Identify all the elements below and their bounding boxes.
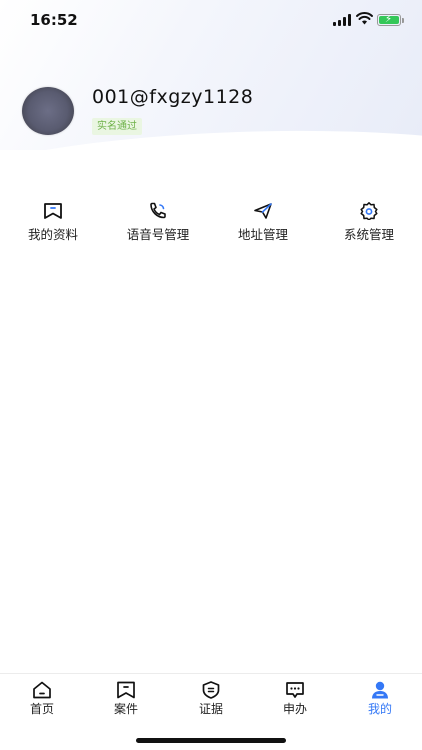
signal-icon [333,14,353,26]
tab-mine[interactable]: 我的 [338,674,422,724]
gear-icon [360,202,378,220]
status-bar: 16:52 ⚡ [0,0,422,40]
home-icon [33,681,51,699]
menu-item-label: 我的资料 [27,227,78,242]
tab-cases[interactable]: 案件 [84,674,168,724]
home-indicator [136,738,286,743]
menu-item-my-profile[interactable]: 我的资料 [3,200,103,244]
tab-label: 我的 [367,702,392,716]
message-icon [286,682,304,698]
menu-item-address[interactable]: 地址管理 [213,200,313,244]
menu-item-label: 系统管理 [343,227,394,242]
tab-label: 申办 [282,702,307,716]
phone-icon [150,202,166,219]
menu-item-voice-number[interactable]: 语音号管理 [108,200,208,244]
avatar[interactable] [22,87,74,135]
send-icon [254,203,272,219]
case-icon [117,681,135,699]
username: 001@fxgzy1128 [92,86,254,108]
tab-label: 证据 [198,702,223,716]
bookmark-icon [44,203,62,219]
quick-menu: 我的资料 语音号管理 地址管理 系统管理 [0,200,422,244]
shield-icon [202,681,220,699]
tab-application[interactable]: 申办 [253,674,337,724]
tab-home[interactable]: 首页 [0,674,84,724]
menu-item-system[interactable]: 系统管理 [319,200,419,244]
tab-label: 案件 [113,702,138,716]
tab-label: 首页 [29,702,54,716]
verified-badge: 实名通过 [92,118,142,135]
menu-item-label: 地址管理 [237,227,288,242]
tab-evidence[interactable]: 证据 [169,674,253,724]
menu-item-label: 语音号管理 [126,227,190,242]
battery-icon: ⚡ [377,14,404,26]
status-time: 16:52 [30,11,78,29]
user-icon [372,681,388,699]
wifi-icon [356,12,373,25]
